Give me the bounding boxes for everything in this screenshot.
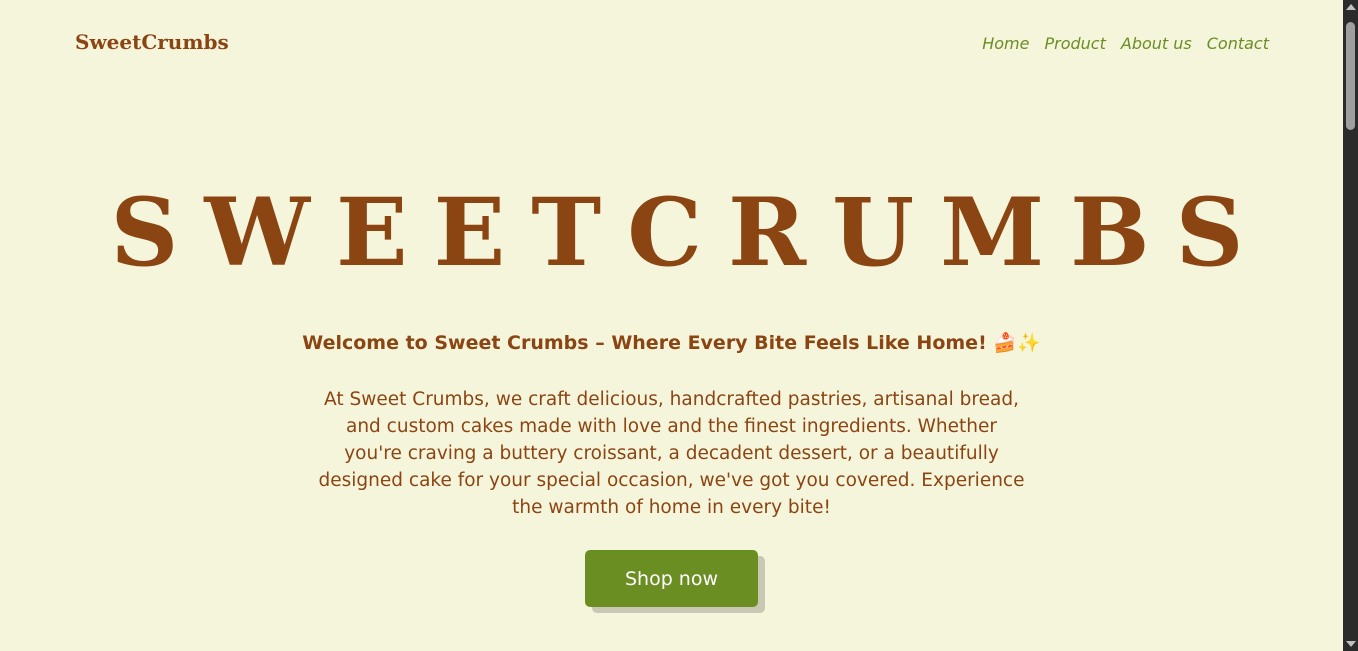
scroll-up-arrow-icon[interactable]: [1346, 4, 1356, 10]
scroll-down-arrow-icon[interactable]: [1346, 641, 1356, 647]
hero-description: At Sweet Crumbs, we craft delicious, han…: [318, 389, 1025, 518]
navbar: SweetCrumbs Home Product About us Contac…: [0, 0, 1343, 90]
site-logo[interactable]: SweetCrumbs: [75, 30, 229, 54]
welcome-heading: Welcome to Sweet Crumbs – Where Every Bi…: [0, 331, 1343, 354]
landing-page: SweetCrumbs Home Product About us Contac…: [0, 0, 1343, 651]
nav-link-contact[interactable]: Contact: [1207, 34, 1269, 53]
hero-title: SWEETCRUMBS: [110, 178, 1270, 288]
nav-link-product[interactable]: Product: [1044, 34, 1105, 53]
shop-now-button[interactable]: Shop now: [585, 550, 758, 607]
welcome-text: Welcome to Sweet Crumbs – Where Every Bi…: [302, 332, 987, 354]
nav-link-about-us[interactable]: About us: [1121, 34, 1192, 53]
vertical-scrollbar[interactable]: [1343, 0, 1358, 651]
nav-link-home[interactable]: Home: [982, 34, 1029, 53]
scroll-thumb[interactable]: [1346, 22, 1355, 130]
cake-sparkles-icon: 🍰✨: [993, 332, 1041, 354]
nav-links: Home Product About us Contact: [982, 34, 1269, 53]
